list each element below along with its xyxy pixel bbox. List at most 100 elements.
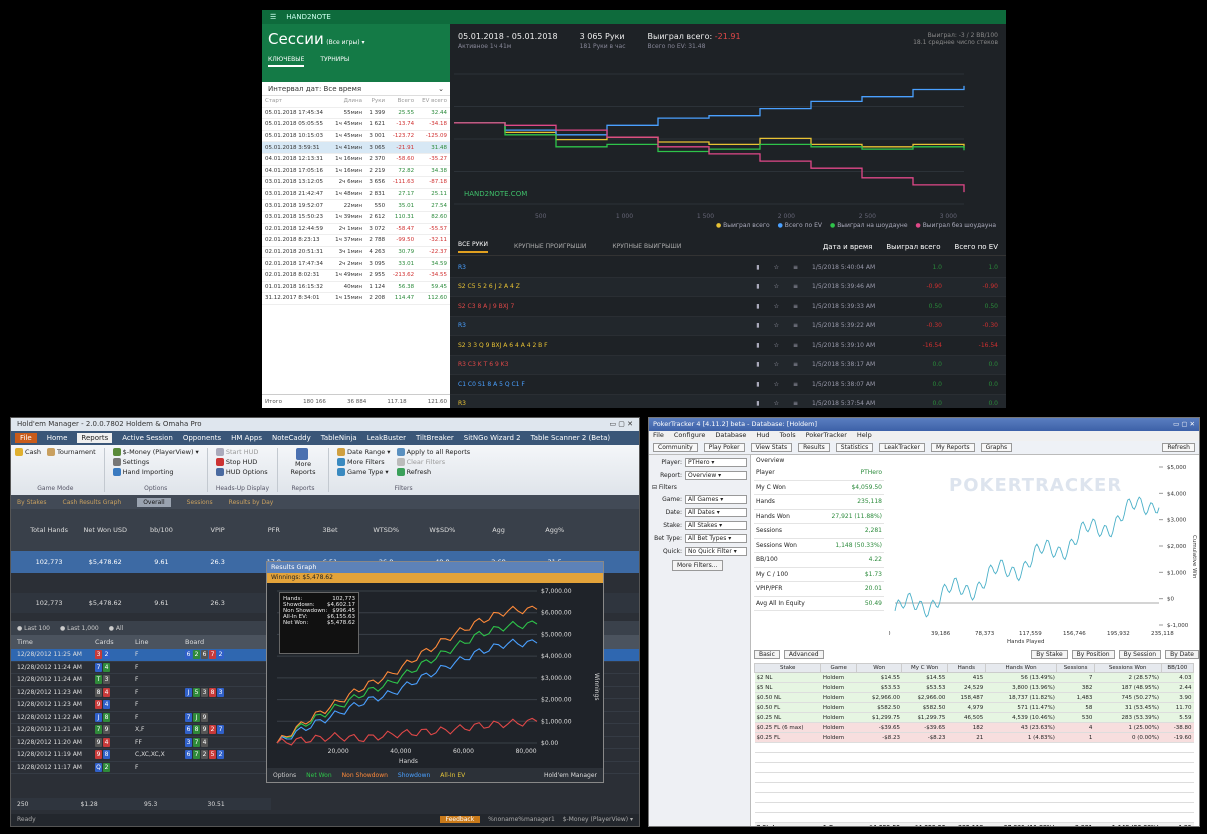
statistics-button[interactable]: Statistics xyxy=(835,443,874,452)
column-header[interactable]: Старт xyxy=(262,96,331,108)
menu-item-notecaddy[interactable]: NoteCaddy xyxy=(272,434,311,442)
star-icon[interactable]: ☆ xyxy=(774,283,779,290)
stake-row[interactable]: $5 NL Holdem $53.53 $53.53 24,529 3,800 (13.9… xyxy=(754,682,1194,693)
list-icon[interactable]: ≡ xyxy=(793,400,798,407)
menu-icon[interactable]: ☰ xyxy=(270,13,276,21)
stat-header[interactable]: W$SD% xyxy=(414,526,470,534)
filter-last-1-000[interactable]: ● Last 1,000 xyxy=(60,625,99,632)
session-row[interactable]: 02.01.2018 8:02:31 1ч 49мин 2 955 -213.62 -3… xyxy=(262,269,450,282)
stake-row[interactable]: $2 NL Holdem $14.55 $14.55 415 56 (13.49%) 7 2 … xyxy=(754,672,1194,683)
replay-icon[interactable]: ▮ xyxy=(756,264,759,271)
stat-header[interactable]: Total Hands xyxy=(21,526,77,534)
menu-item-reports[interactable]: Reports xyxy=(77,433,113,443)
hand-row[interactable]: S2 3 3 Q 9 BXJ A 6 4 A 4 2 B F ▮ ☆ ≡ 1/5/201… xyxy=(450,336,1006,356)
star-icon[interactable]: ☆ xyxy=(774,264,779,271)
stat-header[interactable]: Net Won USD xyxy=(77,526,133,534)
session-row[interactable]: 03.01.2018 13:12:05 2ч 6мин 3 656 -111.63 -8… xyxy=(262,176,450,189)
hand-importing-button[interactable]: Hand Importing xyxy=(112,468,199,476)
filter-select[interactable]: No Quick Filter ▾ xyxy=(685,547,747,556)
list-icon[interactable]: ≡ xyxy=(793,361,798,368)
refresh-button[interactable]: Refresh xyxy=(396,468,471,476)
session-row[interactable]: 02.01.2018 17:47:34 2ч 2мин 3 095 33.01 34.5… xyxy=(262,257,450,270)
list-icon[interactable]: ≡ xyxy=(793,264,798,271)
column-header[interactable]: BB/100 xyxy=(1160,663,1195,673)
tab-by-position[interactable]: By Position xyxy=(1071,649,1115,659)
stat-header[interactable]: Agg% xyxy=(527,526,583,534)
more-filters-button[interactable]: More Filters xyxy=(337,458,391,466)
star-icon[interactable]: ☆ xyxy=(774,322,779,329)
tab-by-stakes[interactable]: By Stakes xyxy=(17,499,47,506)
session-row[interactable]: 04.01.2018 12:13:31 1ч 16мин 2 370 -58.60 -3… xyxy=(262,153,450,166)
menu-item-pokertracker[interactable]: PokerTracker xyxy=(806,431,847,441)
stake-row[interactable]: $0.25 FL Holdem -$8.23 -$8.23 21 1 (4.83%) 1 0 … xyxy=(754,732,1194,743)
session-row[interactable]: 05.01.2018 05:05:55 1ч 45мин 1 621 -13.74 -3… xyxy=(262,118,450,131)
filter-all[interactable]: ● All xyxy=(109,625,124,632)
hand-row[interactable]: R3 ▮ ☆ ≡ 1/5/2018 5:39:22 AM -0.30 -0.30 xyxy=(450,316,1006,336)
column-header[interactable]: Cards xyxy=(95,638,135,646)
column-header[interactable]: Line xyxy=(135,638,185,646)
column-header[interactable]: Всего xyxy=(388,96,418,108)
stake-row[interactable]: $0.50 FL Holdem $582.50 $582.50 4,979 571 (11… xyxy=(754,702,1194,713)
more-filters-button[interactable]: More Filters... xyxy=(672,560,723,571)
filter-select[interactable]: All Dates ▾ xyxy=(685,508,747,517)
menu-item-help[interactable]: Help xyxy=(857,431,872,441)
tab-by-date[interactable]: By Date xyxy=(1165,649,1199,659)
tab-cash-results-graph[interactable]: Cash Results Graph xyxy=(63,499,122,506)
hud-options-button[interactable]: HUD Options xyxy=(215,468,269,476)
column-header[interactable]: EV всего xyxy=(417,96,450,108)
filter-select[interactable]: All Bet Types ▾ xyxy=(685,534,747,543)
replay-icon[interactable]: ▮ xyxy=(756,381,759,388)
session-row[interactable]: 05.01.2018 10:15:03 1ч 45мин 3 001 -123.72-… xyxy=(262,130,450,143)
menu-item-tools[interactable]: Tools xyxy=(780,431,796,441)
menu-item-tableninja[interactable]: TableNinja xyxy=(321,434,357,442)
column-header[interactable]: Sessions xyxy=(1056,663,1095,673)
tab-big-wins[interactable]: КРУПНЫЕ ВЫИГРЫШИ xyxy=(612,243,681,250)
settings-button[interactable]: Settings xyxy=(112,458,199,466)
play-poker-button[interactable]: Play Poker xyxy=(703,443,745,452)
session-row[interactable]: 31.12.2017 8:34:01 1ч 15мин 2 208 114.47 112… xyxy=(262,292,450,305)
window-controls[interactable]: ▭ ▢ ✕ xyxy=(609,420,633,429)
tab-results-by-day[interactable]: Results by Day xyxy=(229,499,274,506)
date-range-filter[interactable]: Интервал дат: Все время ⌄ xyxy=(262,82,450,96)
list-icon[interactable]: ≡ xyxy=(793,342,798,349)
menu-item-home[interactable]: Home xyxy=(47,434,68,442)
view-stats-button[interactable]: View Stats xyxy=(750,443,793,452)
hand-row[interactable]: R3 ▮ ☆ ≡ 1/5/2018 5:37:54 AM 0.0 0.0 xyxy=(450,394,1006,408)
menu-item-file[interactable]: File xyxy=(15,433,37,443)
tab-big-losses[interactable]: КРУПНЫЕ ПРОИГРЫШИ xyxy=(514,243,586,250)
hand-row[interactable]: R3 ▮ ☆ ≡ 1/5/2018 5:40:04 AM 1.0 1.0 xyxy=(450,258,1006,278)
clear-filters-button[interactable]: Clear Filters xyxy=(396,458,471,466)
session-row[interactable]: 02.01.2018 12:44:59 2ч 1мин 3 072 -58.47 -55… xyxy=(262,223,450,236)
stat-header[interactable]: 3Bet xyxy=(302,526,358,534)
menu-item-leakbuster[interactable]: LeakBuster xyxy=(367,434,406,442)
menu-item-active-session[interactable]: Active Session xyxy=(122,434,173,442)
tab-advanced[interactable]: Advanced xyxy=(783,649,824,659)
stake-row[interactable]: $0.25 NL Holdem $1,299.75 $1,299.75 46,505 4,… xyxy=(754,712,1194,723)
menu-item-hm-apps[interactable]: HM Apps xyxy=(231,434,262,442)
leaktracker-button[interactable]: LeakTracker xyxy=(879,443,925,452)
star-icon[interactable]: ☆ xyxy=(774,361,779,368)
session-row[interactable]: 04.01.2018 17:05:16 1ч 16мин 2 219 72.82 34.… xyxy=(262,165,450,178)
star-icon[interactable]: ☆ xyxy=(774,381,779,388)
column-header[interactable]: Stake xyxy=(753,663,822,673)
stake-row[interactable]: $0.50 NL Holdem $2,966.00 $2,966.00 158,487 1… xyxy=(754,692,1194,703)
column-header[interactable]: Won xyxy=(855,663,903,673)
replay-icon[interactable]: ▮ xyxy=(756,283,759,290)
hand-row[interactable]: S2 C3 8 A J 9 BXJ 7 ▮ ☆ ≡ 1/5/2018 5:39:33 A… xyxy=(450,297,1006,317)
refresh-button[interactable]: Refresh xyxy=(1162,443,1195,452)
replay-icon[interactable]: ▮ xyxy=(756,342,759,349)
column-header[interactable]: Руки xyxy=(364,96,389,108)
session-row[interactable]: 03.01.2018 21:42:47 1ч 48мин 2 831 27.17 25.… xyxy=(262,188,450,201)
menu-item-sitngo-wizard-2[interactable]: SitNGo Wizard 2 xyxy=(464,434,521,442)
results-button[interactable]: Results xyxy=(798,443,830,452)
player-select[interactable]: $-Money (PlayerView) ▾ xyxy=(112,448,199,456)
menu-item-table-scanner-2-beta-[interactable]: Table Scanner 2 (Beta) xyxy=(531,434,610,442)
filter-select[interactable]: All Stakes ▾ xyxy=(685,521,747,530)
menu-item-opponents[interactable]: Opponents xyxy=(183,434,221,442)
column-header[interactable]: Длина xyxy=(330,96,365,108)
list-icon[interactable]: ≡ xyxy=(793,283,798,290)
replay-icon[interactable]: ▮ xyxy=(756,322,759,329)
player-view-select[interactable]: $-Money (PlayerView) ▾ xyxy=(563,816,633,823)
options-button[interactable]: Options xyxy=(273,772,296,779)
tab-basic[interactable]: Basic xyxy=(754,649,780,659)
